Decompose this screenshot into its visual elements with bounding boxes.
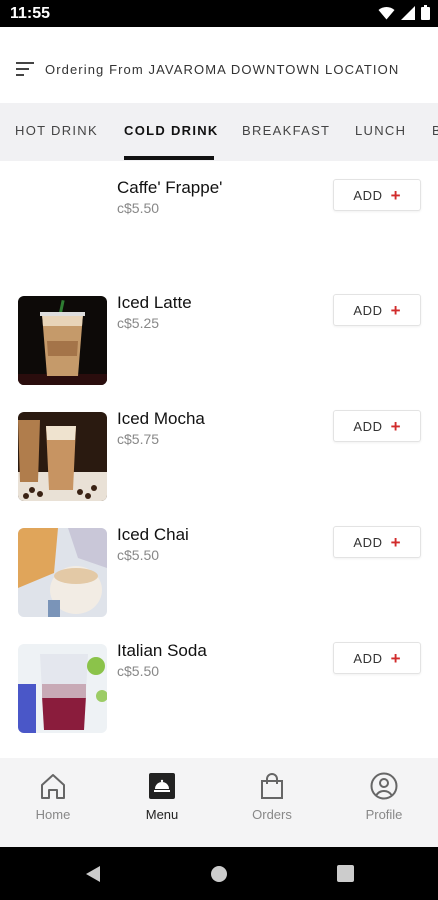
add-button[interactable]: ADD + xyxy=(333,526,421,558)
plus-icon: + xyxy=(390,532,401,552)
item-image xyxy=(18,412,107,501)
tab-lunch[interactable]: LUNCH xyxy=(355,123,406,138)
system-nav-bar xyxy=(0,847,438,900)
tab-partial[interactable]: B xyxy=(432,123,438,138)
plus-icon: + xyxy=(390,300,401,320)
item-name: Iced Mocha xyxy=(117,409,205,428)
active-tab-indicator xyxy=(124,156,214,160)
status-time: 11:55 xyxy=(10,5,51,22)
add-label: ADD xyxy=(353,302,383,318)
add-label: ADD xyxy=(353,187,383,203)
item-price: c$5.25 xyxy=(117,315,160,331)
status-bar: 11:55 xyxy=(0,0,438,27)
add-label: ADD xyxy=(353,418,383,434)
menu-icon xyxy=(149,773,175,799)
category-tabs: HOT DRINK COLD DRINK BREAKFAST LUNCH B xyxy=(0,103,438,161)
item-price: c$5.75 xyxy=(117,431,160,447)
add-button[interactable]: ADD + xyxy=(333,642,421,674)
add-label: ADD xyxy=(353,534,383,550)
item-image xyxy=(18,528,107,617)
nav-home[interactable]: Home xyxy=(13,772,93,822)
recents-icon[interactable] xyxy=(337,865,354,882)
list-item[interactable]: Italian Soda c$5.50 ADD + xyxy=(0,641,438,758)
nav-menu[interactable]: Menu xyxy=(122,772,202,822)
location-title[interactable]: Ordering From JAVAROMA DOWNTOWN LOCATION xyxy=(45,62,399,77)
item-price: c$5.50 xyxy=(117,200,160,216)
list-item[interactable]: Iced Latte c$5.25 ADD + xyxy=(0,293,438,412)
hamburger-menu-icon[interactable] xyxy=(16,62,34,76)
add-button[interactable]: ADD + xyxy=(333,410,421,442)
battery-icon xyxy=(421,5,430,20)
list-item[interactable]: Iced Chai c$5.50 ADD + xyxy=(0,525,438,644)
plus-icon: + xyxy=(390,185,401,205)
home-icon xyxy=(41,774,65,799)
add-button[interactable]: ADD + xyxy=(333,294,421,326)
app-header: Ordering From JAVAROMA DOWNTOWN LOCATION xyxy=(0,27,438,103)
nav-menu-label: Menu xyxy=(145,807,179,822)
item-price: c$5.50 xyxy=(117,663,160,679)
plus-icon: + xyxy=(390,416,401,436)
nav-orders-label: Orders xyxy=(252,807,292,822)
item-image xyxy=(18,296,107,385)
signal-icon xyxy=(401,5,415,20)
list-item[interactable]: Iced Mocha c$5.75 ADD + xyxy=(0,409,438,528)
wifi-icon xyxy=(378,6,395,20)
add-button[interactable]: ADD + xyxy=(333,179,421,211)
nav-profile[interactable]: Profile xyxy=(344,772,424,822)
add-label: ADD xyxy=(353,650,383,666)
nav-profile-label: Profile xyxy=(365,807,403,822)
back-icon[interactable] xyxy=(84,865,102,883)
profile-icon xyxy=(370,772,398,800)
item-image xyxy=(18,644,107,733)
tab-breakfast[interactable]: BREAKFAST xyxy=(242,123,330,138)
status-icons xyxy=(378,5,430,20)
item-name: Iced Latte xyxy=(117,293,192,312)
bottom-nav: Home Menu Orders Profile xyxy=(0,758,438,847)
item-name: Caffe' Frappe' xyxy=(117,178,223,197)
plus-icon: + xyxy=(390,648,401,668)
tab-hot-drink[interactable]: HOT DRINK xyxy=(15,123,98,138)
shopping-bag-icon xyxy=(261,773,283,799)
nav-orders[interactable]: Orders xyxy=(232,772,312,822)
item-name: Iced Chai xyxy=(117,525,189,544)
item-price: c$5.50 xyxy=(117,547,160,563)
product-list[interactable]: Caffe' Frappe' c$5.50 ADD + Iced Latte c… xyxy=(0,161,438,758)
list-item[interactable]: Caffe' Frappe' c$5.50 ADD + xyxy=(0,178,438,297)
home-circle-icon[interactable] xyxy=(210,865,228,883)
item-name: Italian Soda xyxy=(117,641,207,660)
tab-cold-drink[interactable]: COLD DRINK xyxy=(124,123,219,138)
nav-home-label: Home xyxy=(35,807,71,822)
